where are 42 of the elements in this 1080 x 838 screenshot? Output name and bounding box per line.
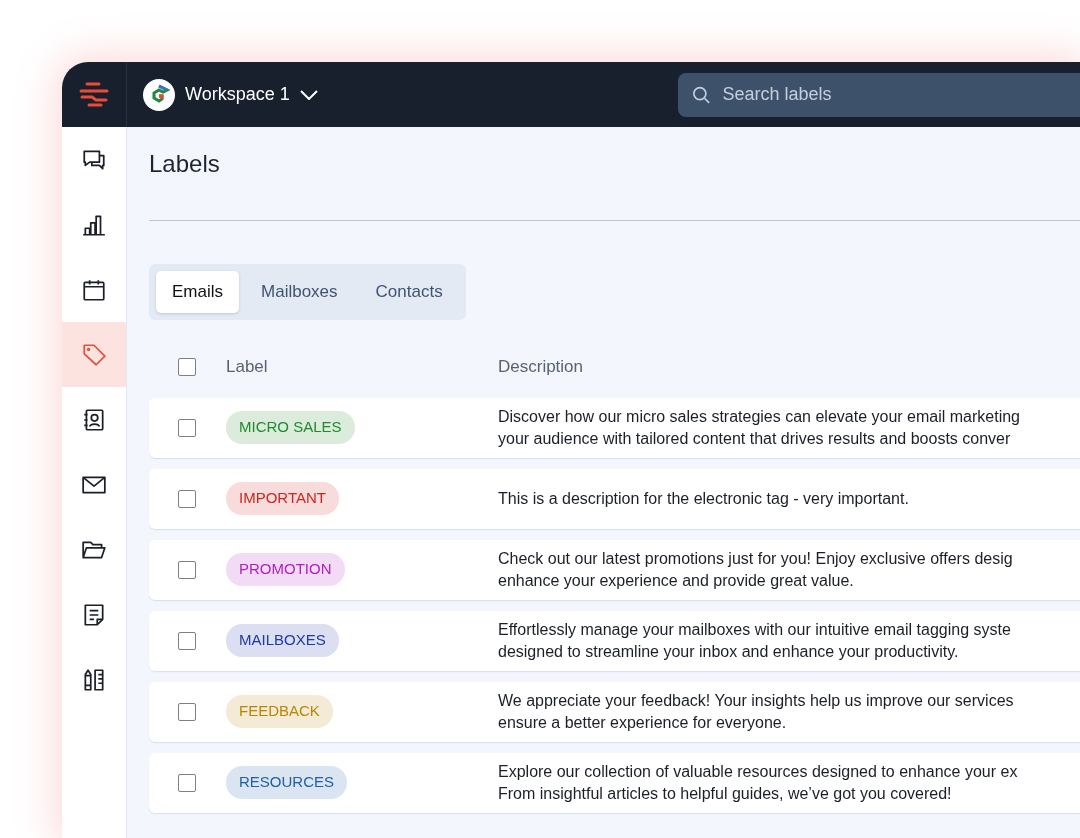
- checkbox[interactable]: [178, 702, 196, 721]
- label-tag: MAILBOXES: [226, 624, 339, 657]
- label-description: We appreciate your feedback! Your insights help us improve our services ensure a better experience for everyone.: [498, 690, 1014, 733]
- label-description: Effortlessly manage your mailboxes with our intuitive email tagging syste designed to streamline your inbox and enhance your productivity.: [498, 619, 1011, 662]
- page-title: Labels: [149, 149, 221, 179]
- label-row[interactable]: RESOURCES Explore our collection of valuable resources designed to enhance your ex From insightful articles to helpful guides, we’ve got you covered!: [149, 752, 1080, 813]
- contact-book-icon[interactable]: [81, 406, 107, 433]
- tab[interactable]: Contacts: [359, 271, 459, 313]
- pencil-ruler-icon[interactable]: [81, 666, 107, 693]
- workspace-name[interactable]: Workspace 1: [185, 81, 290, 108]
- label-description: Check out our latest promotions just for you! Enjoy exclusive offers desig enhance your experience and provide great value.: [498, 548, 1013, 591]
- label-row[interactable]: FEEDBACK We appreciate your feedback! Your insights help us improve our services ensure a better experience for everyone.: [149, 681, 1080, 742]
- label-tag: FEEDBACK: [226, 695, 333, 728]
- label-row[interactable]: MAILBOXES Effortlessly manage your mailboxes with our intuitive email tagging syste designed to streamline your inbox and enhance your productivity.: [149, 610, 1080, 671]
- checkbox[interactable]: [178, 418, 196, 437]
- column-header: Description: [498, 356, 584, 376]
- label-tag: RESOURCES: [226, 766, 348, 799]
- checkbox[interactable]: [178, 489, 196, 508]
- chevron-down-icon[interactable]: [299, 89, 318, 100]
- label-description: Discover how our micro sales strategies can elevate your email marketing your audience with tailored content that drives results and boosts conver: [498, 406, 1020, 449]
- logo-icon[interactable]: [78, 80, 110, 109]
- search-icon: [692, 84, 711, 105]
- label-description: This is a description for the electronic tag - very important.: [498, 488, 909, 509]
- label-row[interactable]: IMPORTANT This is a description for the electronic tag - very important.: [149, 468, 1080, 529]
- search-field[interactable]: Search labels: [720, 80, 1080, 109]
- checkbox[interactable]: [178, 631, 196, 650]
- label-tag: PROMOTION: [226, 553, 345, 586]
- label-description: Explore our collection of valuable resources designed to enhance your ex From insightful articles to helpful guides, we’ve got you covered!: [498, 761, 1018, 804]
- label-tag: MICRO SALES: [226, 411, 355, 444]
- checkbox[interactable]: [178, 560, 196, 579]
- checkbox[interactable]: [178, 773, 196, 792]
- search-bar[interactable]: Search labels: [678, 72, 1080, 117]
- checkbox[interactable]: [178, 357, 196, 376]
- column-header: Label: [226, 356, 268, 376]
- label-row[interactable]: PROMOTION Check out our latest promotions just for you! Enjoy exclusive offers desig enhance your experience and provide great value.: [149, 539, 1080, 600]
- tag-icon[interactable]: [81, 341, 107, 368]
- label-tag: IMPORTANT: [226, 482, 339, 515]
- note-icon[interactable]: [81, 601, 107, 628]
- workspace-avatar[interactable]: [143, 78, 175, 111]
- tab[interactable]: Mailboxes: [245, 271, 354, 313]
- label-row[interactable]: MICRO SALES Discover how our micro sales strategies can elevate your email marketing your audience with tailored content that drives results and boosts conver: [149, 397, 1080, 458]
- tab[interactable]: Emails: [156, 271, 239, 313]
